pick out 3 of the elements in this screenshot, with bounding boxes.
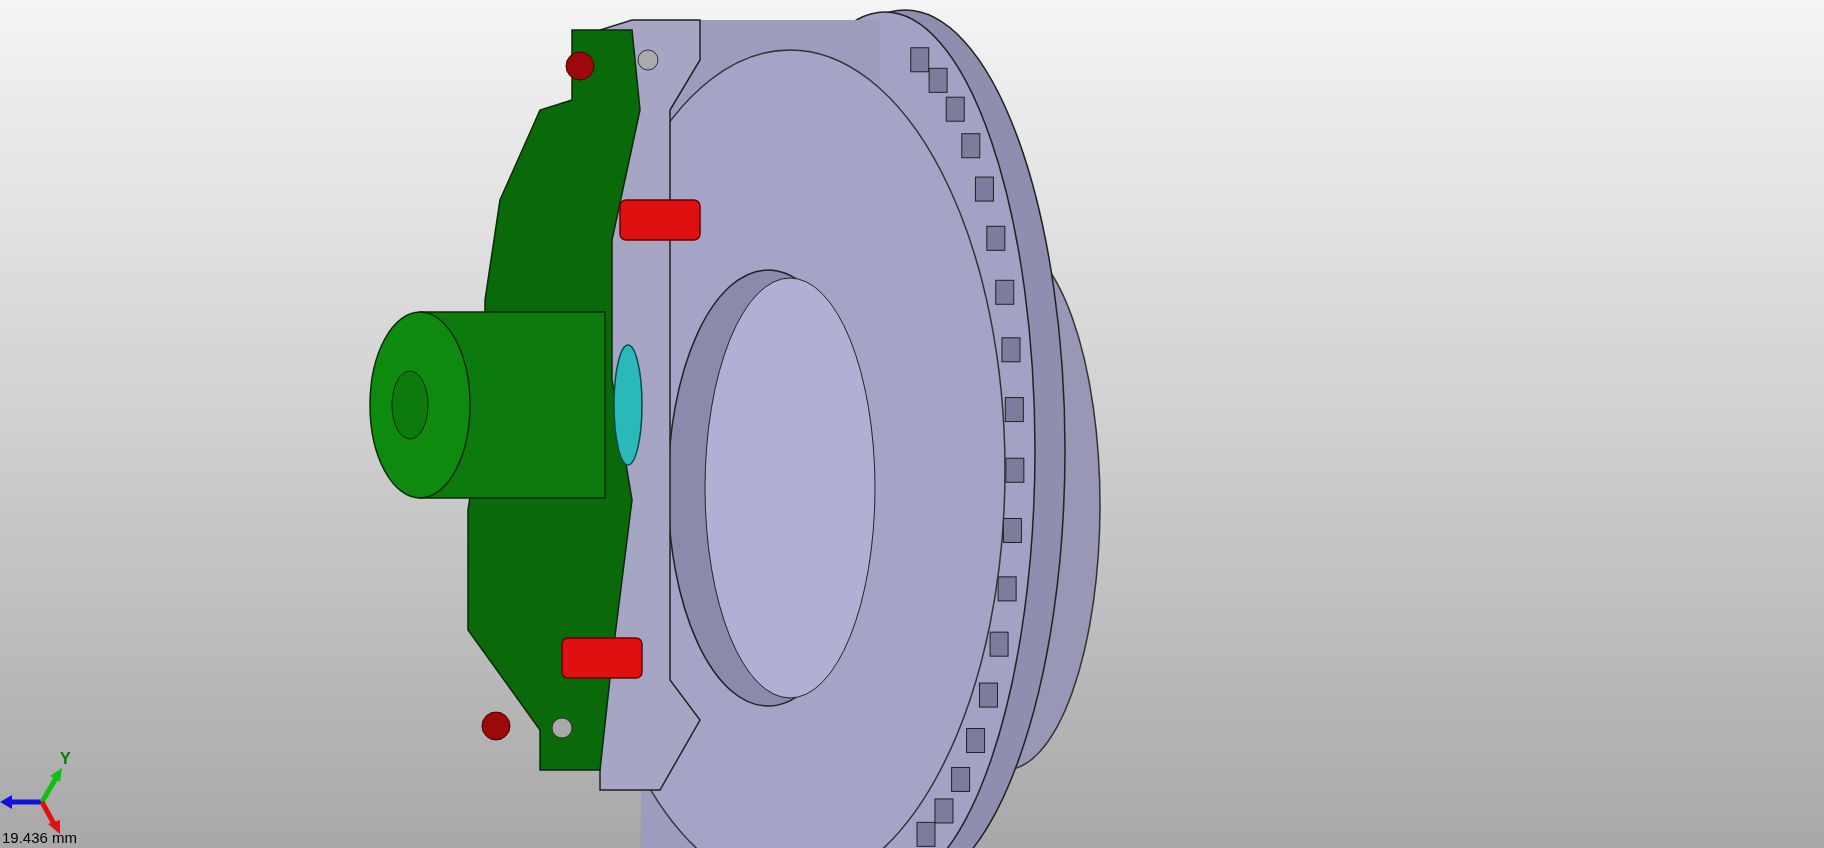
axis-label: Y	[60, 751, 71, 767]
scale-label: 19.436 mm	[2, 830, 78, 845]
axis-triad-icon	[0, 766, 64, 834]
